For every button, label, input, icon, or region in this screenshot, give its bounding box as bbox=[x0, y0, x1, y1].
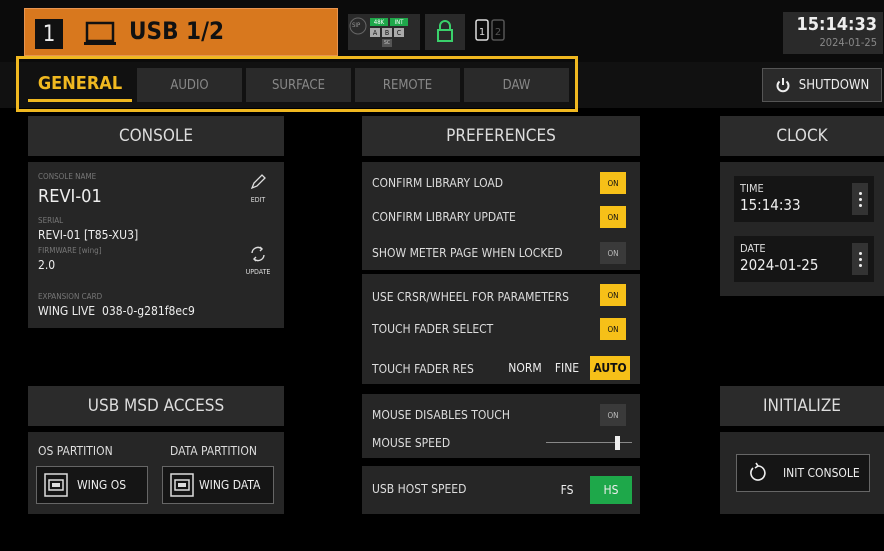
time-label: TIME bbox=[740, 182, 764, 195]
touch-select-toggle[interactable]: ON bbox=[600, 318, 626, 340]
refresh-icon bbox=[251, 246, 265, 262]
clock-header: CLOCK bbox=[720, 116, 884, 156]
use-crsr-label: USE CRSR/WHEEL FOR PARAMETERS bbox=[372, 290, 569, 304]
expansion-value: WING LIVE 038-0-g281f8ec9 bbox=[38, 304, 195, 318]
date-value: 2024-01-25 bbox=[740, 256, 819, 274]
slider-knob[interactable] bbox=[615, 436, 620, 450]
confirm-load-label: CONFIRM LIBRARY LOAD bbox=[372, 176, 504, 190]
header-date: 2024-01-25 bbox=[819, 36, 877, 49]
sip-label: SIP bbox=[352, 22, 361, 29]
os-partition-label: OS PARTITION bbox=[38, 444, 113, 458]
sample-rate-badge: 48K bbox=[370, 18, 388, 26]
lock-icon bbox=[437, 20, 453, 42]
more-vertical-icon[interactable] bbox=[852, 243, 868, 275]
mouse-disables-label: MOUSE DISABLES TOUCH bbox=[372, 408, 510, 422]
pref-group-touch: USE CRSR/WHEEL FOR PARAMETERS ON TOUCH F… bbox=[362, 274, 640, 384]
edit-label: EDIT bbox=[250, 196, 266, 204]
initialize-header: INITIALIZE bbox=[720, 386, 884, 426]
layer-indicator[interactable]: 1 2 bbox=[472, 14, 524, 50]
tab-group-highlight bbox=[16, 56, 578, 112]
pencil-icon bbox=[250, 174, 266, 190]
init-console-button[interactable]: INIT CONSOLE bbox=[736, 454, 870, 492]
console-name-label: CONSOLE NAME bbox=[38, 172, 97, 181]
touch-select-label: TOUCH FADER SELECT bbox=[372, 322, 494, 336]
usb-drive-icon bbox=[170, 473, 194, 497]
reset-icon bbox=[750, 462, 766, 481]
sc-badge: SC bbox=[382, 39, 392, 47]
pref-group-library: CONFIRM LIBRARY LOAD ON CONFIRM LIBRARY … bbox=[362, 162, 640, 270]
shutdown-label: SHUTDOWN bbox=[798, 77, 870, 93]
data-partition-label: DATA PARTITION bbox=[170, 444, 257, 458]
usb-drive-icon bbox=[44, 473, 68, 497]
update-button[interactable]: UPDATE bbox=[234, 244, 282, 280]
channel-number: 1 bbox=[35, 19, 63, 49]
sip-status-chip: SIP 48K INT A B C SC bbox=[348, 14, 420, 50]
host-speed-fs[interactable]: FS bbox=[546, 476, 588, 504]
expansion-label: EXPANSION CARD bbox=[38, 292, 103, 301]
confirm-update-toggle[interactable]: ON bbox=[600, 206, 626, 228]
lock-status-chip[interactable] bbox=[425, 14, 465, 50]
pref-group-mouse: MOUSE DISABLES TOUCH ON MOUSE SPEED bbox=[362, 394, 640, 458]
confirm-update-label: CONFIRM LIBRARY UPDATE bbox=[372, 210, 516, 224]
shutdown-button[interactable]: SHUTDOWN bbox=[762, 68, 882, 102]
wing-os-button[interactable]: WING OS bbox=[36, 466, 148, 504]
wing-data-label: WING DATA bbox=[199, 478, 261, 492]
init-console-label: INIT CONSOLE bbox=[783, 466, 860, 480]
wing-data-button[interactable]: WING DATA bbox=[162, 466, 274, 504]
layer-pages-icon: 1 2 bbox=[475, 19, 505, 41]
channel-title: USB 1/2 bbox=[129, 17, 224, 45]
touch-res-label: TOUCH FADER RES bbox=[372, 362, 474, 376]
mouse-speed-label: MOUSE SPEED bbox=[372, 436, 451, 450]
update-label: UPDATE bbox=[245, 268, 271, 276]
power-icon bbox=[776, 78, 790, 93]
channel-strip-header[interactable]: 1 USB 1/2 bbox=[24, 8, 338, 56]
firmware-value: 2.0 bbox=[38, 258, 56, 272]
date-field[interactable]: DATE 2024-01-25 bbox=[734, 236, 874, 282]
clock-source-badge: INT bbox=[390, 18, 408, 26]
pref-group-usb: USB HOST SPEED FS HS bbox=[362, 466, 640, 514]
serial-label: SERIAL bbox=[38, 216, 64, 225]
mouse-disables-toggle[interactable]: ON bbox=[600, 404, 626, 426]
console-panel: CONSOLE NAME REVI-01 EDIT SERIAL REVI-01… bbox=[28, 162, 284, 328]
svg-text:1: 1 bbox=[479, 27, 485, 38]
time-value: 15:14:33 bbox=[740, 196, 801, 214]
bus-c-badge: C bbox=[394, 28, 404, 37]
preferences-header: PREFERENCES bbox=[362, 116, 640, 156]
serial-value: REVI-01 [T85-XU3] bbox=[38, 228, 139, 242]
mouse-speed-slider[interactable] bbox=[546, 434, 632, 452]
usb-msd-header: USB MSD ACCESS bbox=[28, 386, 284, 426]
touch-res-norm[interactable]: NORM bbox=[504, 356, 546, 380]
wing-os-label: WING OS bbox=[77, 478, 127, 492]
console-header: CONSOLE bbox=[28, 116, 284, 156]
header-clock: 15:14:33 2024-01-25 bbox=[783, 12, 883, 54]
host-speed-hs[interactable]: HS bbox=[590, 476, 632, 504]
usb-device-icon bbox=[83, 21, 117, 47]
edit-button[interactable]: EDIT bbox=[240, 172, 276, 208]
bus-a-badge: A bbox=[370, 28, 380, 37]
console-name-value[interactable]: REVI-01 bbox=[38, 186, 102, 207]
bus-b-badge: B bbox=[382, 28, 392, 37]
usb-host-speed-label: USB HOST SPEED bbox=[372, 482, 467, 496]
confirm-load-toggle[interactable]: ON bbox=[600, 172, 626, 194]
show-meter-toggle[interactable]: ON bbox=[600, 242, 626, 264]
show-meter-label: SHOW METER PAGE WHEN LOCKED bbox=[372, 246, 563, 260]
svg-text:2: 2 bbox=[495, 27, 501, 38]
time-field[interactable]: TIME 15:14:33 bbox=[734, 176, 874, 222]
more-vertical-icon[interactable] bbox=[852, 183, 868, 215]
touch-res-auto[interactable]: AUTO bbox=[590, 356, 630, 380]
firmware-label: FIRMWARE [wing] bbox=[38, 246, 102, 255]
use-crsr-toggle[interactable]: ON bbox=[600, 284, 626, 306]
touch-res-fine[interactable]: FINE bbox=[546, 356, 588, 380]
date-label: DATE bbox=[740, 242, 766, 255]
header-time: 15:14:33 bbox=[796, 14, 877, 35]
